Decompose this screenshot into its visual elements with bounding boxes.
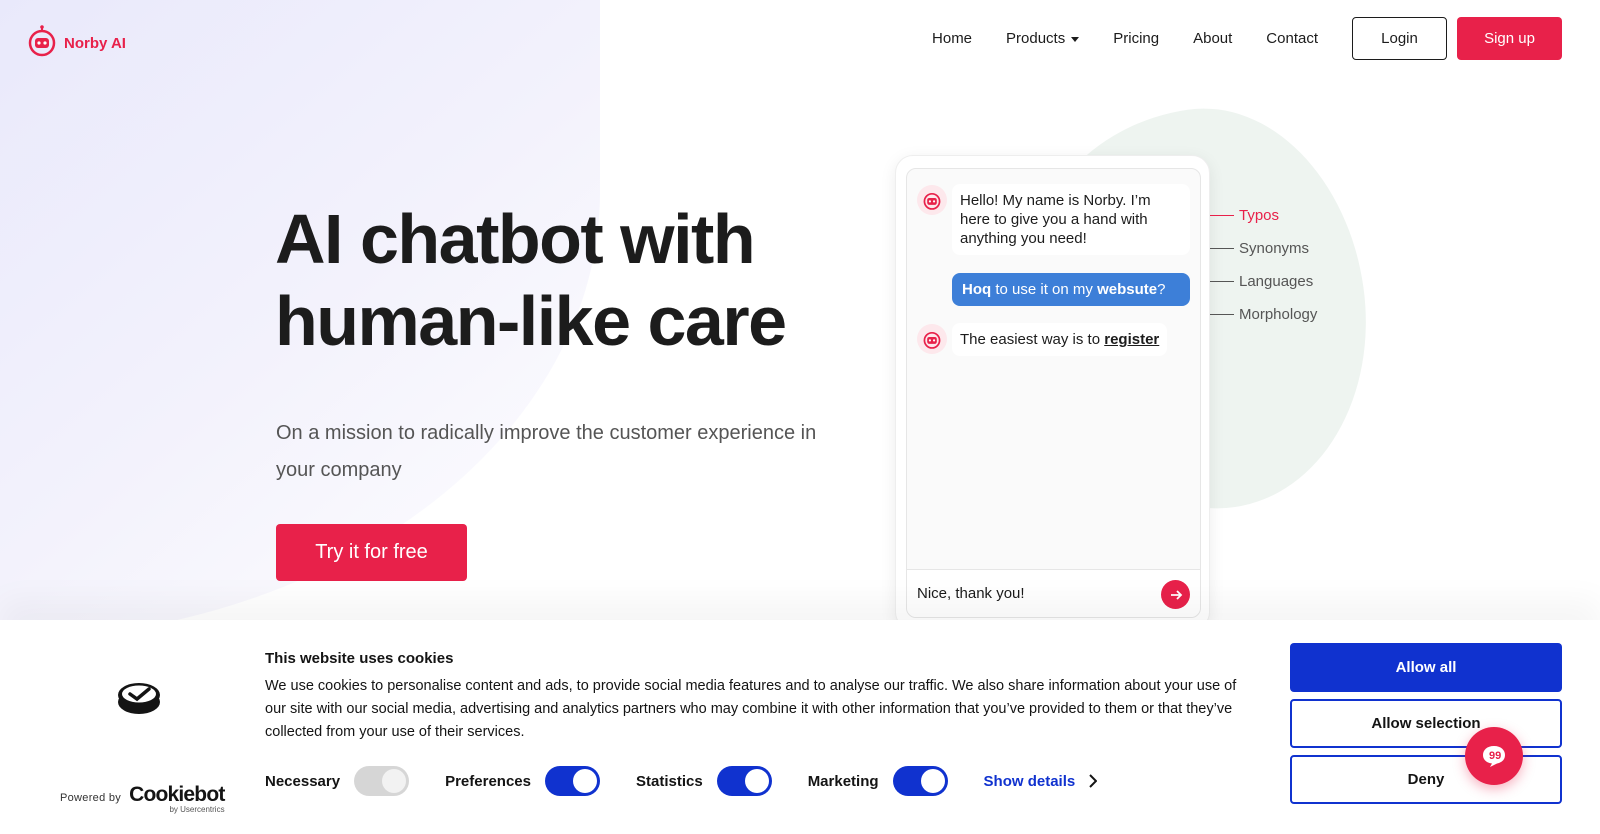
necessary-toggle [354,766,410,796]
show-details-label: Show details [983,772,1076,790]
chat-window: Hello! My name is Norby. I’m here to giv… [906,168,1201,618]
chat-input[interactable]: Nice, thank you! [907,569,1200,617]
feature-dash [1210,281,1234,282]
robot-icon [28,25,56,62]
try-free-button[interactable]: Try it for free [276,524,467,581]
signup-button[interactable]: Sign up [1457,17,1562,60]
nav-products[interactable]: Products [1006,30,1080,47]
show-details-link[interactable]: Show details [984,773,1098,790]
hero-subtitle: On a mission to radically improve the cu… [276,422,817,481]
nav-about[interactable]: About [1193,30,1232,47]
feature-label: Typos [1239,207,1280,224]
cookiebot-name: Cookiebot [129,783,225,806]
cookie-title: This website uses cookies [265,650,454,667]
cookiebot-sub: by Usercentrics [169,805,225,814]
cookie-description: We use cookies to personalise content an… [265,678,1237,740]
user-message-word2: websute [1097,281,1158,298]
chat-launcher-button[interactable]: 99 [1465,727,1523,785]
chat-bubble-icon: 99 [1483,746,1505,767]
toggle-knob [572,769,597,793]
cookiebot-brand: Cookiebot by Usercentrics [129,783,225,814]
cookiebot-logo-icon [117,680,161,721]
brand-name: Norby AI [64,35,126,52]
marketing-label: Marketing [807,772,879,790]
bot-reply-text: The easiest way is to [960,331,1105,348]
feature-dash [1210,248,1234,249]
arrow-right-icon [1170,589,1182,600]
feature-dash [1210,314,1234,315]
nav-pricing[interactable]: Pricing [1113,30,1159,47]
feature-label: Morphology [1239,306,1318,323]
nav-products-label: Products [1006,30,1066,47]
nav-contact[interactable]: Contact [1266,30,1318,47]
toggle-knob [382,769,407,793]
marketing-toggle[interactable] [892,766,948,796]
caret-down-icon [1071,37,1080,42]
preferences-label: Preferences [445,772,531,790]
hero-title-line2: human-like care [275,282,787,360]
feature-label: Synonyms [1239,240,1310,257]
feature-dash [1210,215,1234,216]
allow-selection-button[interactable]: Allow selection [1290,699,1562,748]
bot-message: Hello! My name is Norby. I’m here to giv… [952,184,1190,255]
login-button[interactable]: Login [1352,17,1447,60]
necessary-label: Necessary [265,772,341,790]
user-message-word1: Hoq [962,281,992,298]
nav-home[interactable]: Home [932,30,972,47]
allow-all-button[interactable]: Allow all [1290,643,1562,692]
feature-label: Languages [1239,273,1314,290]
toggle-knob [920,769,945,793]
chat-input-value: Nice, thank you! [917,585,1025,602]
register-link[interactable]: register [1104,331,1159,348]
preferences-toggle[interactable] [544,766,600,796]
user-message-end: ? [1157,281,1166,298]
feature-list: Typos Synonyms Languages Morphology [1210,199,1317,331]
bot-reply: The easiest way is to register [952,323,1168,356]
powered-by-label: Powered by [60,792,122,804]
consent-toggles: Necessary Preferences Statistics Marketi… [265,766,1098,796]
statistics-label: Statistics [635,772,703,790]
bot-avatar-icon [917,324,947,354]
toggle-knob [744,769,769,793]
user-message-middle: to use it on my [991,281,1098,298]
feature-synonyms: Synonyms [1210,232,1317,265]
bot-avatar-icon [917,185,947,215]
hero-title: AI chatbot with human-like care [275,198,787,362]
user-message: Hoq to use it on my websute? [952,273,1190,306]
feature-languages: Languages [1210,265,1317,298]
main-nav: Home Products Pricing About Contact Logi… [932,17,1562,60]
cookie-banner: Powered by Cookiebot by Usercentrics Thi… [0,620,1600,834]
statistics-toggle[interactable] [716,766,772,796]
chevron-right-icon [1089,774,1098,788]
chat-mockup: Hello! My name is Norby. I’m here to giv… [895,155,1210,630]
svg-text:99: 99 [1489,750,1501,762]
powered-by[interactable]: Powered by Cookiebot by Usercentrics [60,784,225,814]
hero-title-line1: AI chatbot with [275,200,756,278]
brand-logo[interactable]: Norby AI [28,25,126,62]
feature-typos: Typos [1210,199,1317,232]
feature-morphology: Morphology [1210,298,1317,331]
send-button[interactable] [1161,580,1190,609]
